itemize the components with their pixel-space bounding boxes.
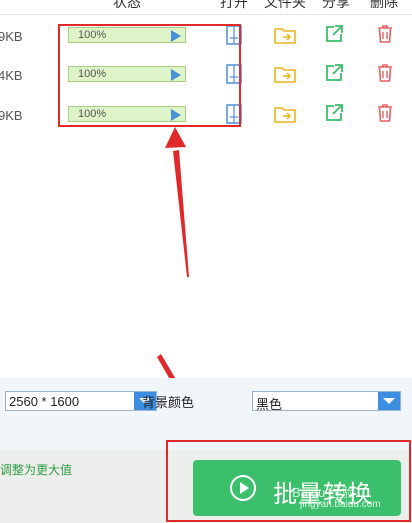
share-icon[interactable] <box>324 24 344 44</box>
annotation-box-convert <box>166 440 411 522</box>
bg-color-label: 背景颜色 <box>142 395 195 410</box>
share-icon[interactable] <box>324 103 344 123</box>
hint-text[interactable]: 调整为更大值 <box>0 461 72 478</box>
chevron-down-icon[interactable] <box>378 392 400 410</box>
column-share: 分享 <box>322 0 350 10</box>
folder-icon[interactable] <box>274 25 296 45</box>
trash-icon[interactable] <box>376 63 394 83</box>
column-status: 状态 <box>113 0 141 10</box>
bg-color-value: 黑色 <box>256 397 283 412</box>
annotation-box-progress <box>58 24 241 127</box>
trash-icon[interactable] <box>376 103 394 123</box>
resolution-value: 2560 * 1600 <box>9 394 80 409</box>
file-size: 4KB <box>0 68 23 83</box>
folder-icon[interactable] <box>274 104 296 124</box>
file-size: 9KB <box>0 29 23 44</box>
column-open: 打开 <box>220 0 248 10</box>
table-header: 状态 打开 文件夹 分享 删除 <box>0 0 412 15</box>
annotation-arrow-up <box>165 127 189 277</box>
share-icon[interactable] <box>324 63 344 83</box>
column-folder: 文件夹 <box>264 0 306 10</box>
file-size: 9KB <box>0 108 23 123</box>
trash-icon[interactable] <box>376 24 394 44</box>
resolution-select[interactable]: 2560 * 1600 <box>5 391 157 411</box>
folder-icon[interactable] <box>274 64 296 84</box>
column-delete: 删除 <box>370 0 398 10</box>
bg-color-select[interactable]: 黑色 <box>252 391 401 412</box>
